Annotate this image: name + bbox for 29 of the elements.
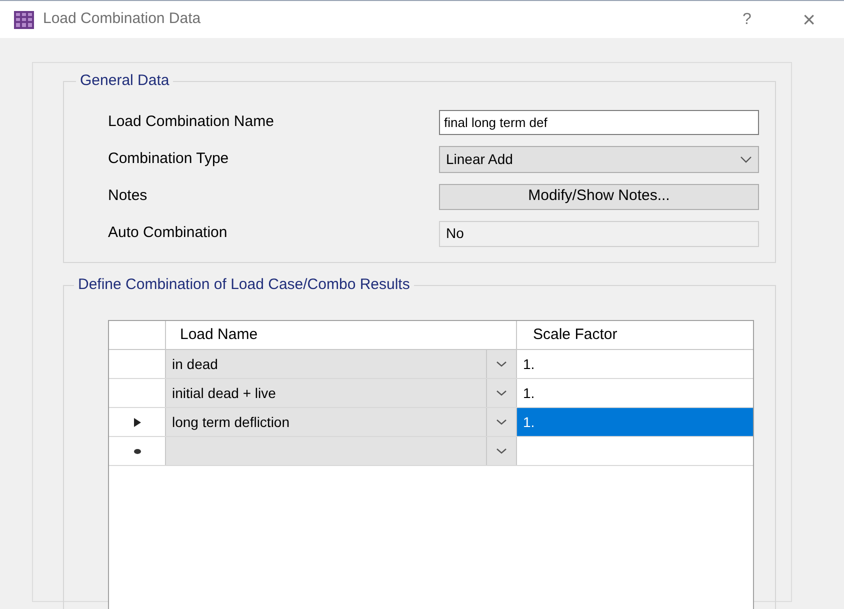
chevron-down-icon — [496, 448, 507, 454]
field-label: Combination Type — [108, 149, 230, 170]
field-label: Auto Combination — [108, 223, 228, 244]
load-name-text: in dead — [171, 354, 219, 374]
text-field[interactable]: final long term def — [439, 110, 759, 135]
chevron-down-icon — [496, 419, 507, 425]
window-title: Load Combination Data — [43, 9, 201, 30]
help-button[interactable]: ? — [732, 8, 762, 32]
scale-factor-cell[interactable]: 1. — [517, 408, 753, 436]
column-header[interactable]: Load Name — [166, 321, 517, 349]
field-label: Load Combination Name — [108, 112, 275, 132]
chevron-down-icon — [496, 390, 507, 396]
close-button[interactable]: × — [794, 8, 824, 30]
chevron-down-icon — [496, 361, 507, 367]
current-row-icon — [134, 418, 140, 426]
load-name-dropdown[interactable]: in dead — [166, 350, 517, 378]
load-name-text: initial dead + live — [171, 384, 277, 402]
load-name-dropdown[interactable]: long term defliction — [166, 408, 517, 436]
load-name-dropdown[interactable]: initial dead + live — [166, 379, 517, 407]
load-name-dropdown[interactable] — [166, 437, 517, 465]
app-icon — [14, 10, 34, 28]
readonly-field: No — [439, 220, 759, 246]
notes-button[interactable]: Modify/Show Notes... — [439, 184, 759, 210]
column-header[interactable]: Scale Factor — [517, 321, 753, 349]
chevron-down-icon — [740, 156, 752, 163]
load-name-text: long term defliction — [171, 412, 291, 432]
field-label: Notes — [108, 186, 148, 206]
new-row-icon — [134, 448, 140, 454]
dropdown[interactable]: Linear Add — [439, 146, 759, 173]
